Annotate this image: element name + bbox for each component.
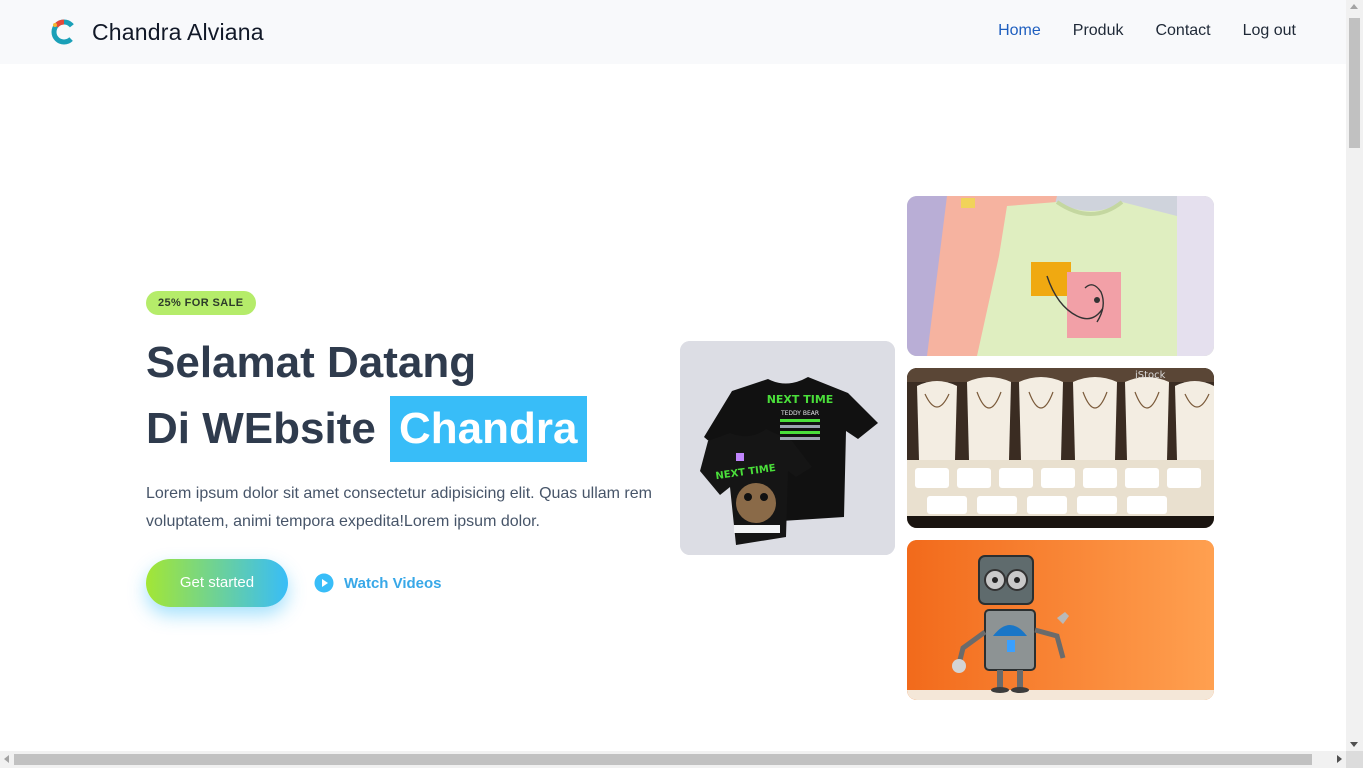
scroll-down-arrow-icon[interactable] — [1350, 742, 1358, 747]
hero-title-line2-wrap: Di WEbsite Chandra — [146, 396, 587, 462]
nav-home-link[interactable]: Home — [998, 22, 1041, 40]
tshirt-print-text-1: NEXT TIME — [767, 393, 834, 406]
horizontal-scrollbar-thumb[interactable] — [14, 754, 1312, 765]
nav-produk-link[interactable]: Produk — [1073, 22, 1124, 40]
scroll-right-arrow-icon[interactable] — [1337, 755, 1342, 763]
scroll-left-arrow-icon[interactable] — [4, 755, 9, 763]
jewelry-watermark: iStock — [1135, 370, 1166, 381]
main-nav: Home Produk Contact Log out — [998, 22, 1296, 40]
watch-videos-label: Watch Videos — [344, 574, 442, 592]
tshirt-print-text-2: TEDDY BEAR — [780, 410, 819, 417]
brand-name[interactable]: Chandra Alviana — [92, 19, 264, 46]
hero-title-highlight: Chandra — [390, 396, 587, 462]
tshirt-illustration: NEXT TIME TEDDY BEAR NEXT TIME — [680, 341, 895, 555]
site-header: Chandra Alviana Home Produk Contact Log … — [0, 0, 1346, 64]
play-circle-icon — [314, 573, 334, 593]
hero-description: Lorem ipsum dolor sit amet consectetur a… — [146, 485, 652, 530]
watch-videos-link[interactable]: Watch Videos — [314, 573, 442, 593]
sale-badge: 25% FOR SALE — [146, 291, 256, 315]
scroll-up-arrow-icon[interactable] — [1350, 4, 1358, 9]
product-image-sweater — [907, 196, 1214, 356]
horizontal-scrollbar[interactable] — [0, 751, 1346, 768]
product-image-tshirt: NEXT TIME TEDDY BEAR NEXT TIME — [680, 341, 895, 555]
hero-title: Selamat Datang Di WEbsite Chandra — [146, 330, 587, 462]
jewelry-illustration: iStock — [907, 368, 1214, 528]
sweater-illustration — [907, 196, 1214, 356]
vertical-scrollbar[interactable] — [1346, 0, 1363, 751]
vertical-scrollbar-thumb[interactable] — [1349, 18, 1360, 148]
get-started-button[interactable]: Get started — [146, 559, 288, 607]
brand-logo-c-icon[interactable] — [50, 18, 78, 46]
product-image-robot — [907, 540, 1214, 700]
nav-logout-link[interactable]: Log out — [1243, 22, 1296, 40]
robot-illustration — [907, 540, 1214, 700]
hero-title-line2: Di WEbsite — [146, 404, 376, 453]
scrollbar-corner — [1346, 751, 1363, 768]
hero-title-line1: Selamat Datang — [146, 338, 477, 387]
nav-contact-link[interactable]: Contact — [1155, 22, 1210, 40]
product-image-jewelry: iStock — [907, 368, 1214, 528]
